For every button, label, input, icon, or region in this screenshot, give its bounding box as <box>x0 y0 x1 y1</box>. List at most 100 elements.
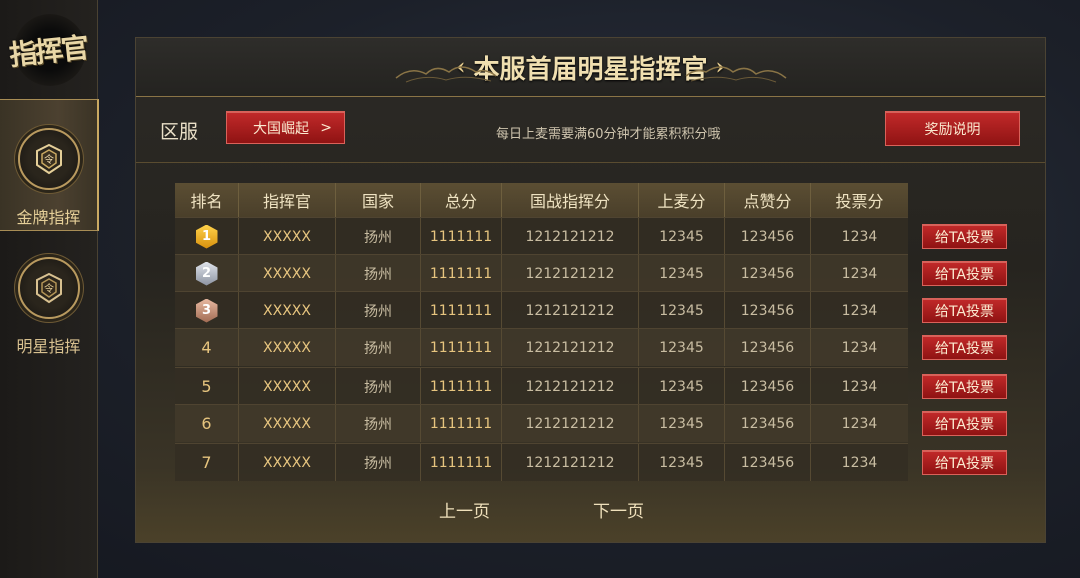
silver-medal-icon: 2 <box>195 261 218 286</box>
cell-commander: XXXXX <box>239 444 336 481</box>
cell-commander: XXXXX <box>239 368 336 405</box>
cell-rank: 6 <box>175 405 239 442</box>
sidebar-item-label: 明星指挥 <box>16 337 81 356</box>
cell-country: 扬州 <box>336 218 421 255</box>
region-value: 大国崛起 <box>253 120 309 137</box>
table-row: 4 XXXXX 扬州 1111111 1212121212 12345 123456 1234 <box>175 328 908 366</box>
cell-vote-score: 1234 <box>841 415 878 432</box>
cell-country: 扬州 <box>336 292 421 329</box>
table-row: 1 XXXXX 扬州 1111111 1212121212 12345 123456 1234 <box>175 217 908 255</box>
cell-total-score: 1111111 <box>421 368 502 405</box>
cloud-ornament-left <box>395 66 497 83</box>
gold-medal-icon: 1 <box>195 224 218 249</box>
cell-total-score: 1111111 <box>421 405 502 442</box>
vote-button[interactable]: 给TA投票 <box>922 335 1007 360</box>
chevron-right-icon: > <box>320 119 332 136</box>
cell-commander: XXXXX <box>239 405 336 442</box>
region-label: 区服 <box>160 121 199 143</box>
cell-vote-score: 1234 <box>841 378 878 395</box>
cell-war-command-score: 1212121212 <box>502 444 639 481</box>
vote-button[interactable]: 给TA投票 <box>922 374 1007 399</box>
cloud-ornament-right <box>685 66 787 83</box>
prev-page-button[interactable]: 上一页 <box>439 497 490 522</box>
bronze-medal-icon: 3 <box>195 298 218 323</box>
notice-text: 每日上麦需要满60分钟才能累积积分哦 <box>496 127 721 142</box>
title-bar: ‹ 本服首届明星指挥官 › <box>136 38 1045 97</box>
svg-text:令: 令 <box>44 153 54 166</box>
cell-like-score: 123456 <box>725 292 811 329</box>
column-header-country: 国家 <box>336 183 421 217</box>
command-badge-icon: 令 <box>17 128 80 190</box>
vote-button[interactable]: 给TA投票 <box>922 224 1007 249</box>
cell-total-score: 1111111 <box>421 444 502 481</box>
cell-war-command-score: 1212121212 <box>502 218 639 255</box>
cell-war-command-score: 1212121212 <box>502 255 639 292</box>
cell-rank: 3 <box>175 292 239 329</box>
cell-war-command-score: 1212121212 <box>502 368 639 405</box>
column-header-rank: 排名 <box>175 183 239 217</box>
cell-country: 扬州 <box>336 329 421 366</box>
vote-button[interactable]: 给TA投票 <box>922 450 1007 475</box>
cell-rank: 2 <box>175 255 239 292</box>
vote-button[interactable]: 给TA投票 <box>922 261 1007 286</box>
cell-like-score: 123456 <box>725 405 811 442</box>
sidebar-item-gold-commander[interactable]: 令 金牌指挥 <box>0 99 99 231</box>
cell-rank: 5 <box>175 368 239 405</box>
cell-total-score: 1111111 <box>421 329 502 366</box>
cell-mic-score: 12345 <box>639 444 725 481</box>
filter-row: 区服 大国崛起 > 每日上麦需要满60分钟才能累积积分哦 奖励说明 <box>136 96 1045 163</box>
table-row: 2 XXXXX 扬州 1111111 1212121212 12345 123456 1234 <box>175 254 908 292</box>
column-header-mic-score: 上麦分 <box>639 183 725 217</box>
region-select-button[interactable]: 大国崛起 > <box>226 111 345 144</box>
cell-vote-score: 1234 <box>841 302 878 319</box>
cell-like-score: 123456 <box>725 444 811 481</box>
column-header-like-score: 点赞分 <box>725 183 811 217</box>
column-header-total-score: 总分 <box>421 183 502 217</box>
next-page-button[interactable]: 下一页 <box>593 497 644 522</box>
reward-info-button[interactable]: 奖励说明 <box>885 111 1020 146</box>
cell-country: 扬州 <box>336 444 421 481</box>
cell-war-command-score: 1212121212 <box>502 405 639 442</box>
cell-country: 扬州 <box>336 368 421 405</box>
column-header-war-command-score: 国战指挥分 <box>502 183 639 217</box>
cell-vote-score: 1234 <box>841 228 878 245</box>
leaderboard-table: 排名 指挥官 国家 总分 国战指挥分 上麦分 点赞分 投票分 1 XXXXX 扬州 1111111 1… <box>175 183 908 481</box>
cell-mic-score: 12345 <box>639 292 725 329</box>
cell-vote-score: 1234 <box>841 265 878 282</box>
cell-like-score: 123456 <box>725 329 811 366</box>
game-logo: 指挥官 <box>4 10 92 90</box>
table-row: 7 XXXXX 扬州 1111111 1212121212 12345 123456 1234 <box>175 443 908 481</box>
cell-war-command-score: 1212121212 <box>502 292 639 329</box>
cell-rank: 1 <box>175 218 239 255</box>
table-row: 5 XXXXX 扬州 1111111 1212121212 12345 123456 1234 <box>175 367 908 405</box>
cell-mic-score: 12345 <box>639 255 725 292</box>
command-badge-icon: 令 <box>17 257 80 319</box>
cell-country: 扬州 <box>336 255 421 292</box>
cell-commander: XXXXX <box>239 255 336 292</box>
sidebar: 指挥官 令 金牌指挥 令 明星指挥 <box>0 0 99 578</box>
vote-button[interactable]: 给TA投票 <box>922 298 1007 323</box>
logo-text: 指挥官 <box>7 31 89 72</box>
svg-text:令: 令 <box>44 282 54 295</box>
cell-vote-score: 1234 <box>841 339 878 356</box>
cell-commander: XXXXX <box>239 329 336 366</box>
page-title-text: 本服首届明星指挥官 <box>473 54 708 85</box>
leaderboard-panel: ‹ 本服首届明星指挥官 › 区服 大国崛起 > 每日上麦需要满60分钟才能累积积… <box>135 37 1046 543</box>
cell-total-score: 1111111 <box>421 292 502 329</box>
cell-commander: XXXXX <box>239 292 336 329</box>
cell-mic-score: 12345 <box>639 368 725 405</box>
table-header: 排名 指挥官 国家 总分 国战指挥分 上麦分 点赞分 投票分 <box>175 183 908 217</box>
cell-war-command-score: 1212121212 <box>502 329 639 366</box>
cell-like-score: 123456 <box>725 368 811 405</box>
cell-country: 扬州 <box>336 405 421 442</box>
sidebar-item-star-commander[interactable]: 令 明星指挥 <box>0 229 97 359</box>
vote-button[interactable]: 给TA投票 <box>922 411 1007 436</box>
column-header-vote-score: 投票分 <box>835 192 884 211</box>
cell-commander: XXXXX <box>239 218 336 255</box>
cell-rank: 4 <box>175 329 239 366</box>
column-header-commander: 指挥官 <box>239 183 336 217</box>
table-row: 3 XXXXX 扬州 1111111 1212121212 12345 123456 1234 <box>175 291 908 329</box>
cell-total-score: 1111111 <box>421 255 502 292</box>
cell-total-score: 1111111 <box>421 218 502 255</box>
cell-mic-score: 12345 <box>639 405 725 442</box>
